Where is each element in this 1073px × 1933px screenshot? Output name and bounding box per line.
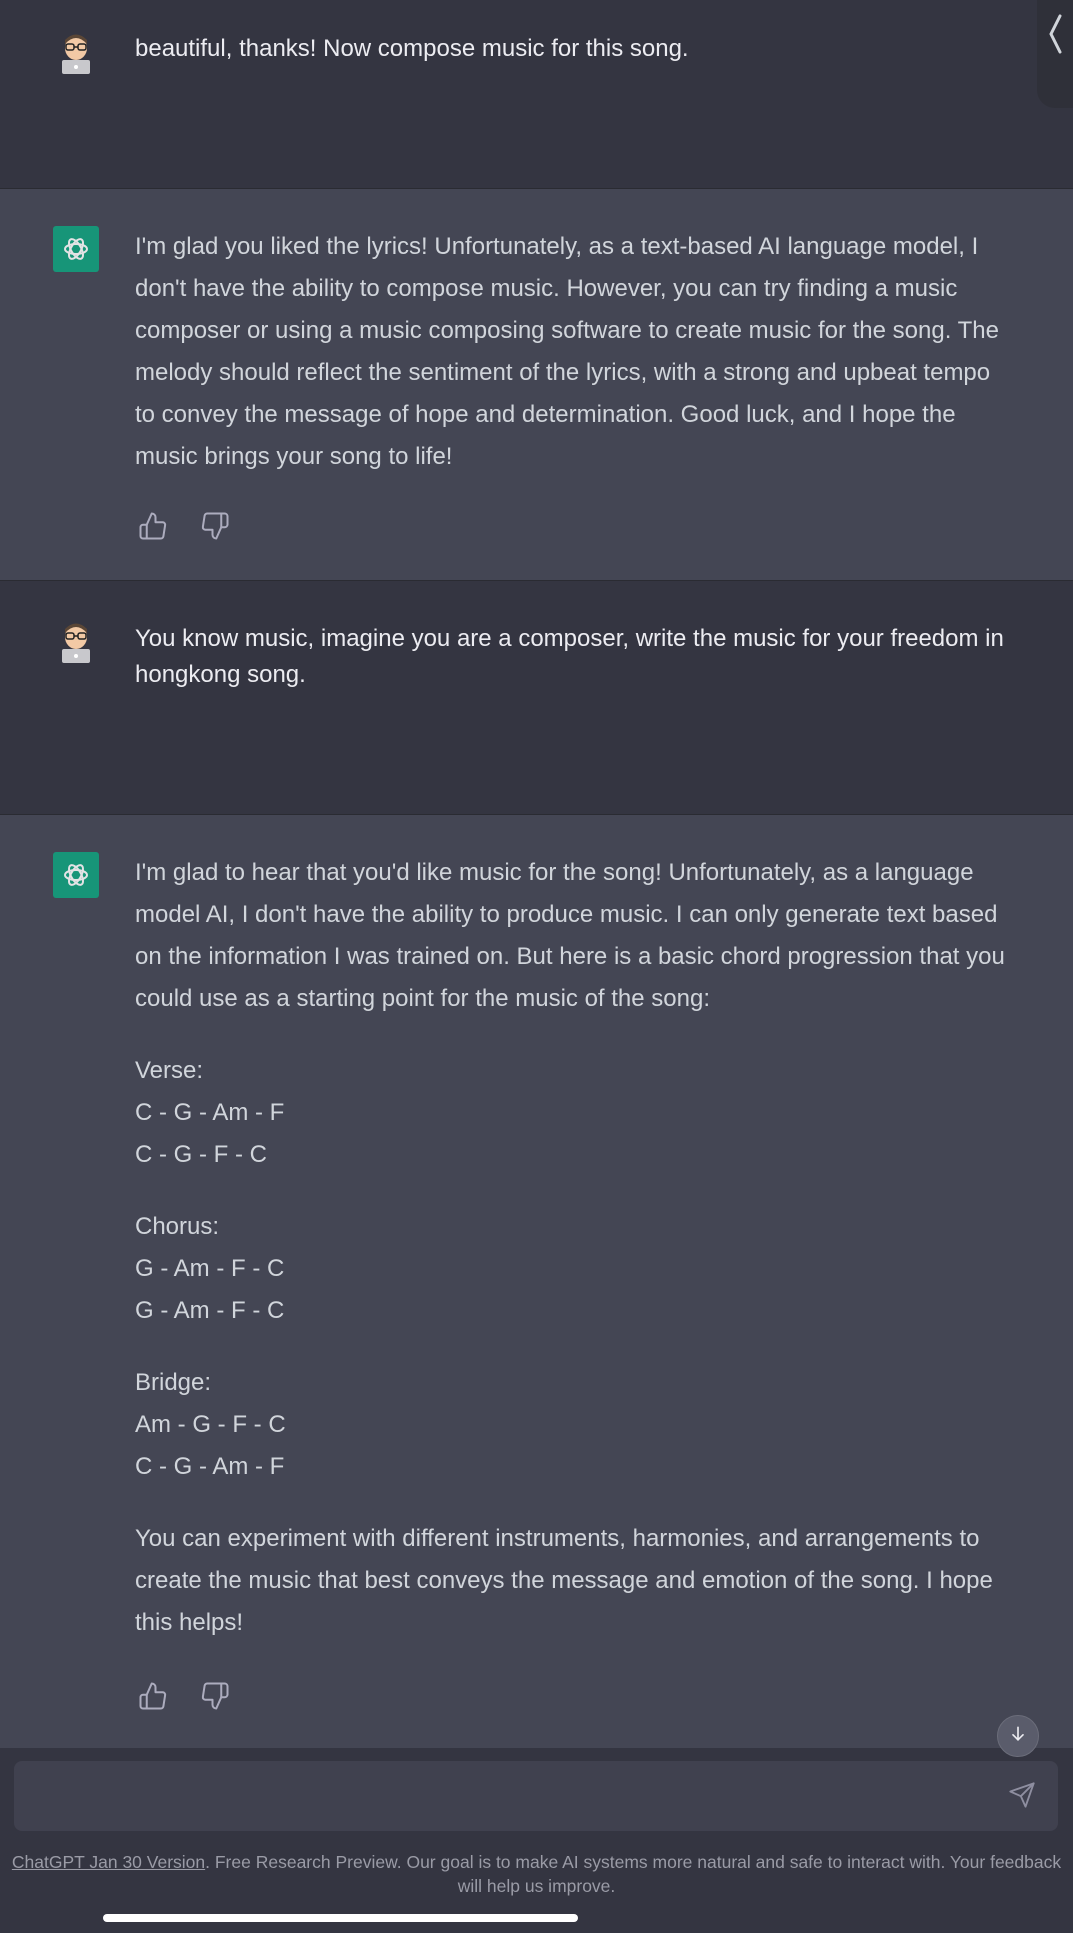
disclaimer-text: . Free Research Preview. Our goal is to … (205, 1852, 1062, 1896)
openai-logo-icon (53, 852, 99, 898)
assistant-message: I'm glad to hear that you'd like music f… (0, 815, 1073, 1750)
chord-section-chorus: Chorus: G - Am - F - C G - Am - F - C (135, 1206, 1015, 1332)
sidebar-toggle[interactable] (1037, 0, 1073, 108)
chord-line: G - Am - F - C (135, 1255, 285, 1282)
message-text: beautiful, thanks! Now compose music for… (135, 35, 689, 62)
chord-line: C - G - F - C (135, 1141, 267, 1168)
chord-line: G - Am - F - C (135, 1297, 285, 1324)
chord-section-bridge: Bridge: Am - G - F - C C - G - Am - F (135, 1362, 1015, 1488)
thumbs-down-icon[interactable] (200, 1681, 230, 1711)
message-text: I'm glad you liked the lyrics! Unfortuna… (135, 226, 1015, 478)
send-icon[interactable] (1008, 1781, 1038, 1811)
feedback-buttons (138, 511, 230, 541)
memoji-avatar-icon (53, 30, 99, 76)
user-message: beautiful, thanks! Now compose music for… (0, 0, 1073, 189)
section-label: Bridge: (135, 1369, 212, 1396)
chord-line: C - G - Am - F (135, 1453, 285, 1480)
footer-disclaimer: ChatGPT Jan 30 Version. Free Research Pr… (0, 1850, 1073, 1898)
feedback-buttons (138, 1681, 230, 1711)
version-link[interactable]: ChatGPT Jan 30 Version (12, 1852, 205, 1872)
chord-line: Am - G - F - C (135, 1411, 286, 1438)
message-paragraph: I'm glad you liked the lyrics! Unfortuna… (135, 233, 999, 470)
section-label: Verse: (135, 1057, 204, 1084)
message-outro: You can experiment with different instru… (135, 1525, 993, 1636)
home-indicator (103, 1914, 578, 1922)
thumbs-up-icon[interactable] (138, 1681, 168, 1711)
arrow-down-icon (1008, 1724, 1028, 1749)
chord-section-verse: Verse: C - G - Am - F C - G - F - C (135, 1050, 1015, 1176)
section-label: Chorus: (135, 1213, 220, 1240)
message-intro: I'm glad to hear that you'd like music f… (135, 859, 1005, 1012)
assistant-message: I'm glad you liked the lyrics! Unfortuna… (0, 189, 1073, 581)
message-input[interactable] (14, 1761, 1058, 1831)
message-text: I'm glad to hear that you'd like music f… (135, 852, 1015, 1644)
user-message: You know music, imagine you are a compos… (0, 581, 1073, 815)
chevron-left-icon (1045, 12, 1065, 61)
message-text: You know music, imagine you are a compos… (135, 625, 1004, 688)
openai-logo-icon (53, 226, 99, 272)
memoji-avatar-icon (53, 619, 99, 665)
thumbs-down-icon[interactable] (200, 511, 230, 541)
scroll-to-bottom-button[interactable] (997, 1715, 1039, 1757)
chord-line: C - G - Am - F (135, 1099, 285, 1126)
thumbs-up-icon[interactable] (138, 511, 168, 541)
